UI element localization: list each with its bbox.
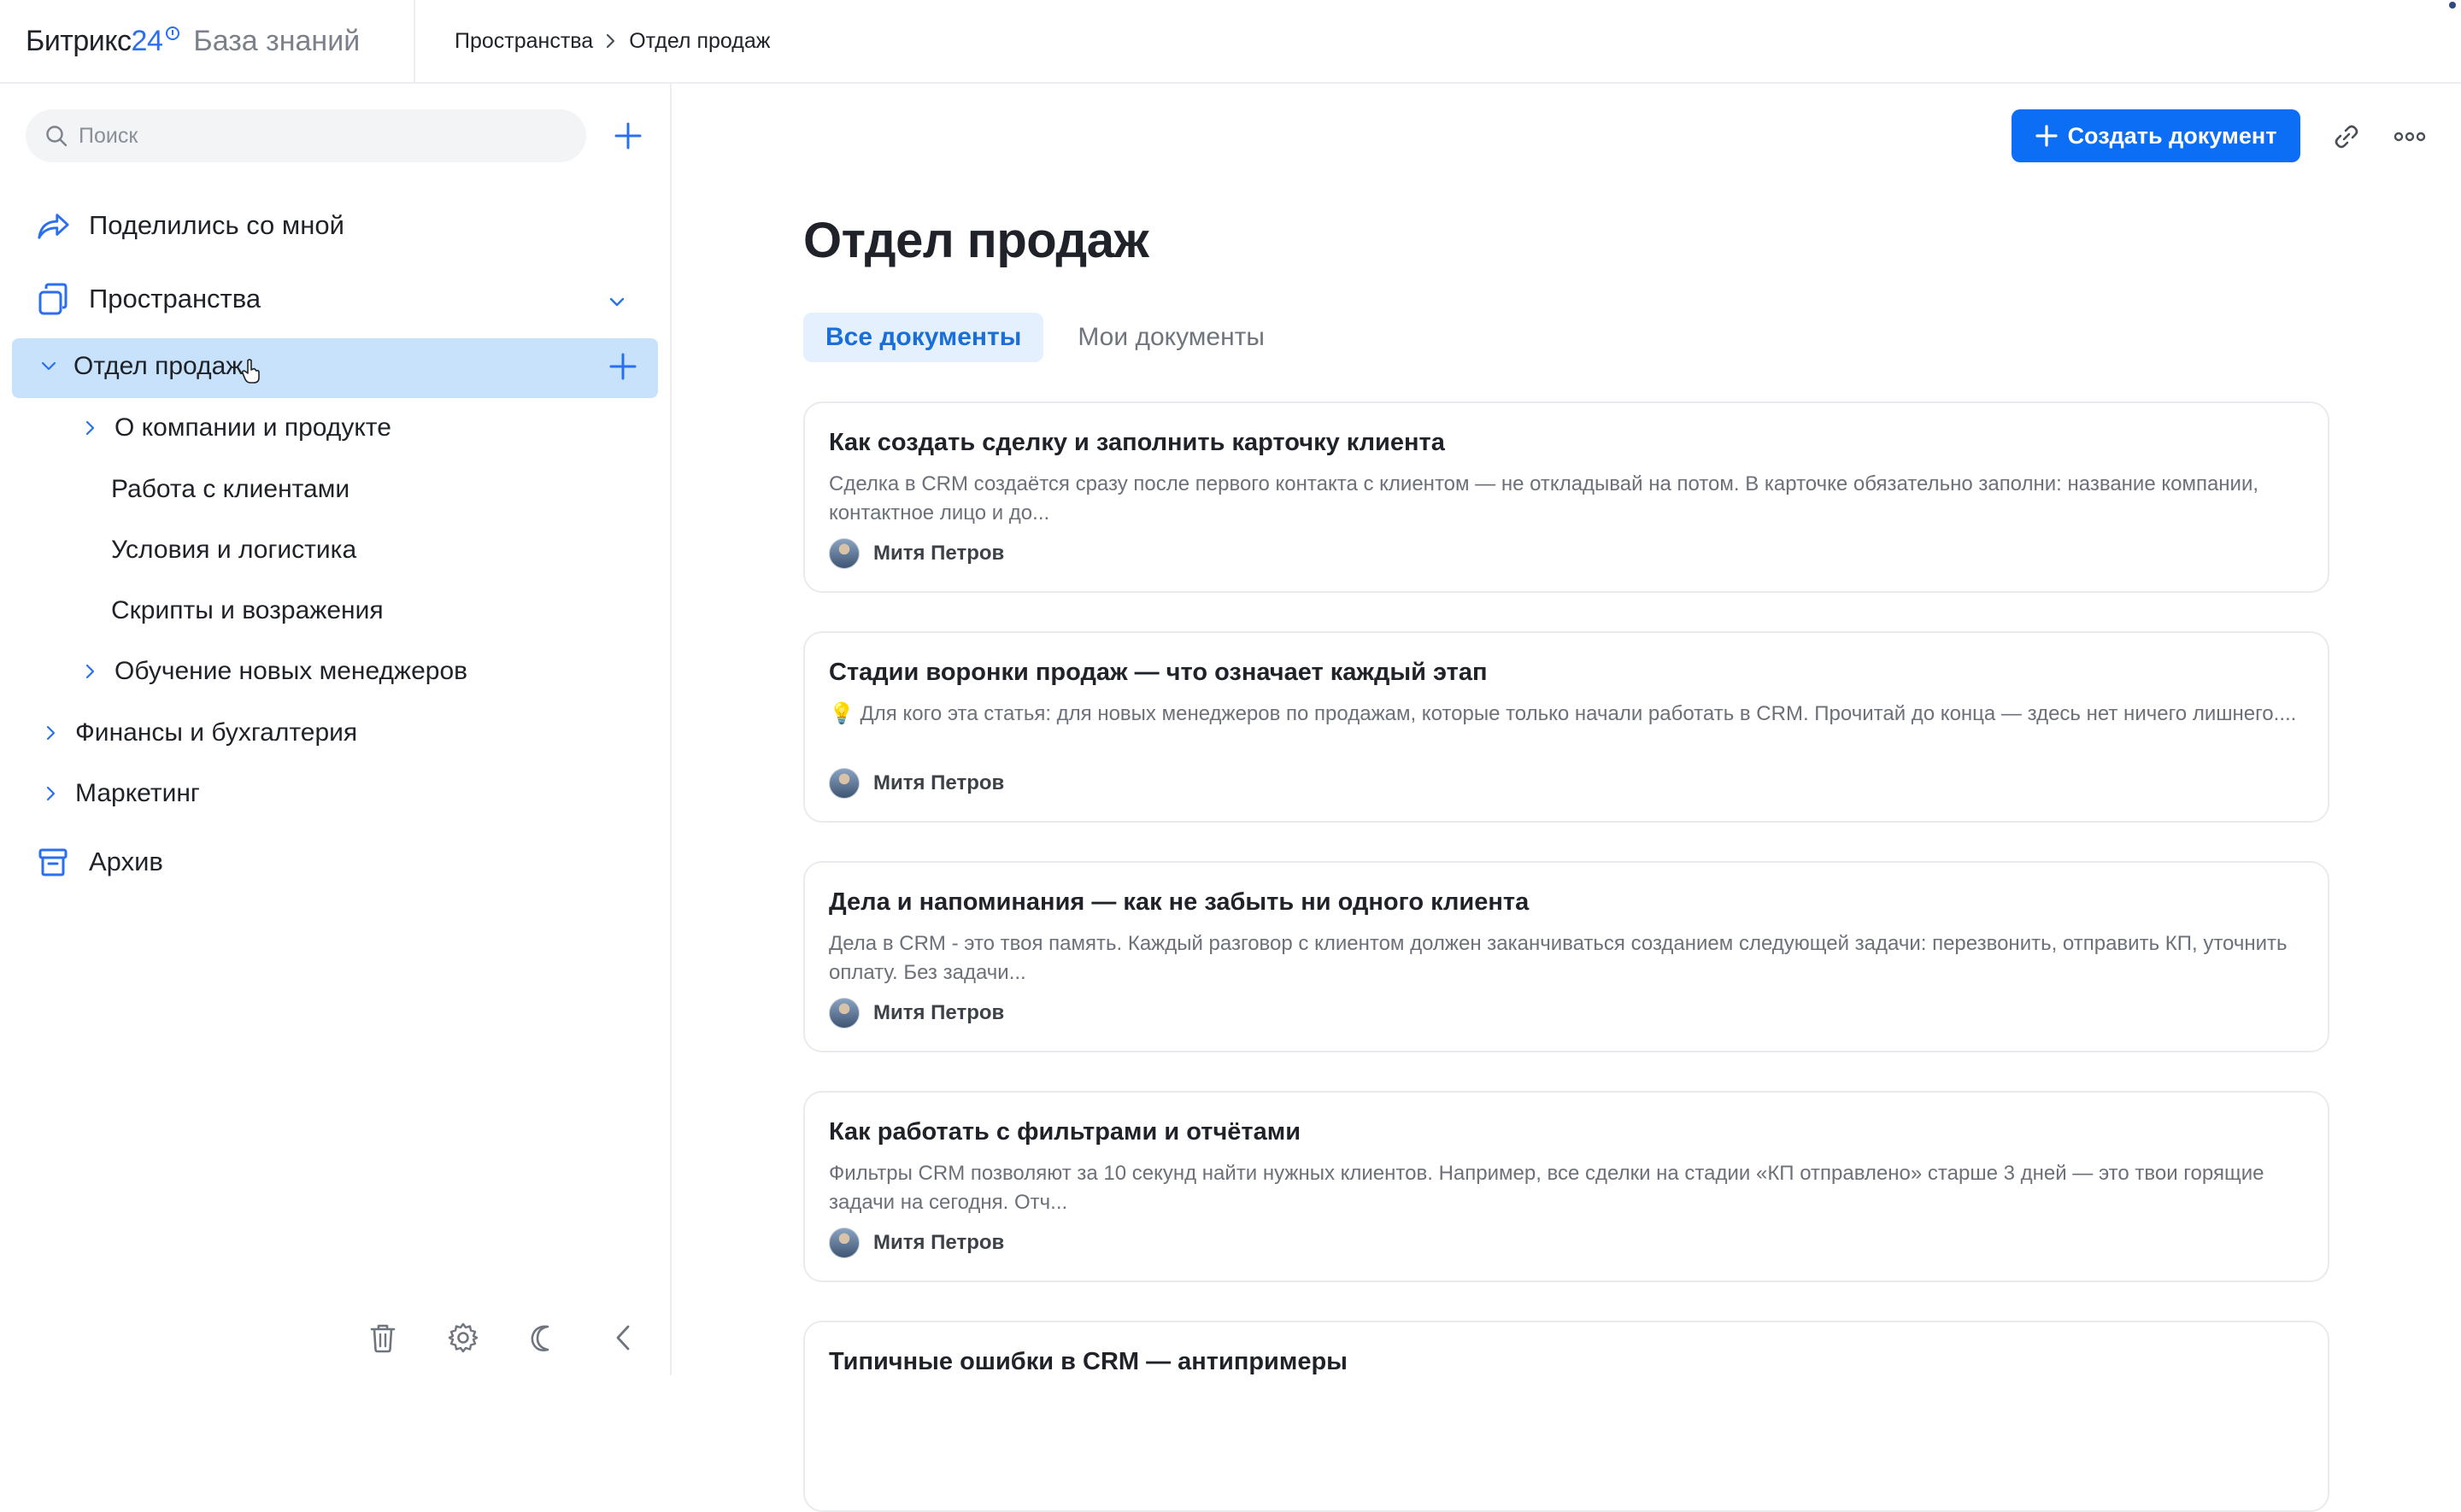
section-title: База знаний bbox=[193, 24, 361, 57]
link-icon bbox=[2335, 125, 2358, 149]
page-title: Отдел продаж bbox=[803, 213, 1149, 268]
nav-archive-label: Архив bbox=[89, 847, 163, 876]
tree-item-label: Обучение новых менеджеров bbox=[115, 657, 468, 685]
document-author: Митя Петров bbox=[829, 768, 1004, 799]
archive-icon bbox=[36, 845, 70, 879]
document-snippet: 💡 Для кого эта статья: для новых менедже… bbox=[829, 702, 2297, 725]
brand-number: 24 bbox=[131, 24, 163, 57]
chevron-down-icon[interactable] bbox=[607, 289, 627, 319]
trash-button[interactable] bbox=[364, 1319, 402, 1357]
tree-item-company-product[interactable]: О компании и продукте bbox=[79, 413, 391, 442]
avatar bbox=[829, 768, 860, 799]
top-bar: Битрикс 24 База знаний Пространства Отде… bbox=[0, 0, 2461, 84]
nav-shared-with-me[interactable]: Поделились со мной bbox=[36, 208, 344, 243]
main-content: Создать документ Отдел продаж Все докуме… bbox=[673, 84, 2461, 1512]
search-box[interactable] bbox=[26, 109, 586, 162]
document-card[interactable]: Как работать с фильтрами и отчётами Филь… bbox=[803, 1091, 2329, 1282]
document-snippet: Дела в CRM - это твоя память. Каждый раз… bbox=[829, 932, 2288, 984]
tree-item-scripts[interactable]: Скрипты и возражения bbox=[111, 596, 384, 625]
document-title: Типичные ошибки в CRM — антипримеры bbox=[829, 1348, 1348, 1375]
breadcrumb: Пространства Отдел продаж bbox=[415, 29, 770, 54]
chevron-right-icon[interactable] bbox=[79, 660, 101, 683]
tree-item-sales-dept[interactable]: Отдел продаж bbox=[38, 352, 243, 381]
breadcrumb-item-current[interactable]: Отдел продаж bbox=[629, 29, 770, 54]
tree-item-finance[interactable]: Финансы и бухгалтерия bbox=[39, 718, 357, 747]
share-arrow-icon bbox=[36, 208, 70, 243]
author-name: Митя Петров bbox=[873, 1001, 1005, 1024]
document-title: Как создать сделку и заполнить карточку … bbox=[829, 429, 1445, 456]
tree-item-marketing[interactable]: Маркетинг bbox=[39, 779, 200, 808]
author-name: Митя Петров bbox=[873, 542, 1005, 565]
document-title: Дела и напоминания — как не забыть ни од… bbox=[829, 888, 1530, 916]
collapse-sidebar-button[interactable] bbox=[605, 1319, 643, 1357]
avatar bbox=[829, 1228, 860, 1258]
document-title: Как работать с фильтрами и отчётами bbox=[829, 1118, 1301, 1146]
document-author: Митя Петров bbox=[829, 538, 1004, 569]
theme-toggle-button[interactable] bbox=[525, 1319, 562, 1357]
hand-cursor-icon bbox=[241, 359, 261, 389]
document-tabs: Все документы Мои документы bbox=[803, 313, 1287, 362]
spaces-icon bbox=[36, 282, 70, 316]
document-snippet: Фильтры CRM позволяют за 10 секунд найти… bbox=[829, 1162, 2264, 1214]
author-name: Митя Петров bbox=[873, 1231, 1005, 1254]
nav-shared-label: Поделились со мной bbox=[89, 210, 344, 240]
notification-dot bbox=[2449, 2, 2456, 9]
document-author: Митя Петров bbox=[829, 1228, 1004, 1258]
tree-item-label: Работа с клиентами bbox=[111, 475, 350, 503]
sidebar: Поделились со мной Пространства Отдел пр… bbox=[0, 84, 672, 1375]
tree-item-label: Скрипты и возражения bbox=[111, 596, 384, 624]
gear-icon bbox=[448, 1322, 479, 1353]
document-title: Стадии воронки продаж — что означает каж… bbox=[829, 659, 1488, 686]
clock-icon bbox=[166, 26, 180, 40]
trash-icon bbox=[370, 1324, 396, 1353]
add-space-button[interactable] bbox=[608, 116, 648, 155]
more-options-button[interactable] bbox=[2391, 118, 2429, 155]
chevron-right-icon[interactable] bbox=[39, 782, 62, 805]
nav-spaces[interactable]: Пространства bbox=[36, 282, 634, 316]
avatar bbox=[829, 998, 860, 1029]
plus-icon bbox=[2035, 125, 2058, 147]
document-card[interactable]: Стадии воронки продаж — что означает каж… bbox=[803, 631, 2329, 823]
brand-logo[interactable]: Битрикс 24 База знаний bbox=[0, 0, 415, 82]
tab-all-documents[interactable]: Все документы bbox=[803, 313, 1044, 362]
document-snippet: Сделка в CRM создаётся сразу после перво… bbox=[829, 472, 2259, 525]
sidebar-footer-tools bbox=[364, 1319, 643, 1357]
plus-icon bbox=[609, 353, 637, 380]
chevron-right-icon[interactable] bbox=[79, 417, 101, 439]
tree-item-label: Финансы и бухгалтерия bbox=[75, 718, 358, 747]
chevron-left-icon bbox=[616, 1325, 630, 1351]
search-icon bbox=[44, 124, 68, 148]
author-name: Митя Петров bbox=[873, 771, 1005, 794]
settings-button[interactable] bbox=[444, 1319, 482, 1357]
brand-name: Битрикс bbox=[26, 24, 132, 57]
document-card[interactable]: Дела и напоминания — как не забыть ни од… bbox=[803, 861, 2329, 1052]
tree-item-training[interactable]: Обучение новых менеджеров bbox=[79, 657, 467, 686]
document-author: Митя Петров bbox=[829, 998, 1004, 1029]
nav-archive[interactable]: Архив bbox=[36, 845, 163, 879]
chevron-right-icon bbox=[605, 32, 617, 50]
create-document-label: Создать документ bbox=[2067, 122, 2277, 149]
breadcrumb-item-spaces[interactable]: Пространства bbox=[455, 29, 593, 54]
document-card[interactable]: Как создать сделку и заполнить карточку … bbox=[803, 401, 2329, 593]
avatar bbox=[829, 538, 860, 569]
tab-my-documents[interactable]: Мои документы bbox=[1055, 313, 1287, 362]
nav-spaces-label: Пространства bbox=[89, 284, 261, 314]
tree-item-label: Условия и логистика bbox=[111, 536, 357, 564]
document-card[interactable]: Типичные ошибки в CRM — антипримеры bbox=[803, 1321, 2329, 1512]
search-input[interactable] bbox=[79, 123, 557, 149]
chevron-right-icon[interactable] bbox=[39, 722, 62, 744]
plus-icon bbox=[614, 122, 642, 149]
tree-item-label: Маркетинг bbox=[75, 779, 200, 807]
tree-item-logistics[interactable]: Условия и логистика bbox=[111, 536, 356, 565]
tree-item-clients[interactable]: Работа с клиентами bbox=[111, 475, 349, 504]
create-document-button[interactable]: Создать документ bbox=[2012, 109, 2300, 162]
more-dots-icon bbox=[2393, 132, 2426, 142]
chevron-down-icon[interactable] bbox=[38, 355, 60, 378]
search-row bbox=[26, 109, 642, 162]
add-document-button[interactable] bbox=[608, 352, 637, 385]
copy-link-button[interactable] bbox=[2328, 118, 2365, 155]
tree-item-label: О компании и продукте bbox=[115, 413, 391, 442]
tree-item-label: Отдел продаж bbox=[73, 352, 244, 380]
moon-icon bbox=[531, 1325, 549, 1351]
